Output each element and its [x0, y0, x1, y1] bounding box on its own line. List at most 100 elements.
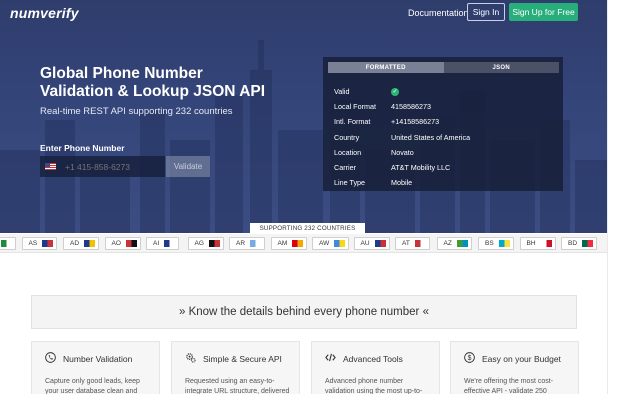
- country-flag-icon: [42, 240, 54, 247]
- details-banner: » Know the details behind every phone nu…: [31, 295, 577, 329]
- country-flag-icon: [84, 240, 96, 247]
- result-key: Carrier: [334, 163, 356, 173]
- country-flag-icon: [250, 240, 262, 247]
- result-row-line-type: Line Type Mobile: [334, 175, 470, 190]
- country-chip-au[interactable]: AU: [353, 237, 390, 250]
- country-chip-am[interactable]: AM: [270, 237, 308, 250]
- country-flag-icon: [540, 240, 552, 247]
- result-row-local-format: Local Format 4158586273: [334, 99, 470, 114]
- sign-in-button[interactable]: Sign In: [467, 3, 505, 21]
- gears-icon: [186, 353, 196, 363]
- code-icon: [325, 353, 336, 362]
- country-chip-at[interactable]: AT: [395, 237, 430, 250]
- feature-body: Capture only good leads, keep your user …: [45, 378, 140, 394]
- phone-input-wrapper[interactable]: [40, 156, 165, 177]
- phone-input-label: Enter Phone Number: [40, 143, 125, 153]
- result-value: United States of America: [391, 132, 471, 142]
- result-panel: FORMATTED JSON Valid ✓ Local Format 4158…: [323, 57, 563, 191]
- documentation-link[interactable]: Documentation: [408, 8, 469, 18]
- hero-section: numverify Documentation Sign In Sign Up …: [0, 0, 607, 233]
- result-rows: Valid ✓ Local Format 4158586273 Intl. Fo…: [334, 84, 470, 190]
- country-chip-ao[interactable]: AO: [104, 237, 141, 250]
- result-key: Valid: [334, 87, 350, 97]
- feature-title: Easy on your Budget: [482, 354, 561, 364]
- result-value: 4158586273: [391, 102, 431, 112]
- feature-title: Number Validation: [63, 354, 133, 364]
- phone-icon: [45, 352, 56, 363]
- country-flag-icon: [334, 240, 346, 247]
- feature-card-simple-secure-api: Simple & Secure API Requested using an e…: [171, 341, 300, 394]
- country-flag-icon: [208, 240, 220, 247]
- sign-up-button[interactable]: Sign Up for Free: [509, 3, 578, 21]
- result-row-country: Country United States of America: [334, 130, 470, 145]
- feature-body: We're offering the most cost-effective A…: [464, 378, 554, 394]
- country-flag-icon: [456, 240, 468, 247]
- country-chip-ai[interactable]: AI: [146, 237, 180, 250]
- country-code: AI: [153, 240, 160, 247]
- country-chip-ag[interactable]: AG: [187, 237, 224, 250]
- country-chip-bs[interactable]: BS: [478, 237, 514, 250]
- country-flag-icon: [374, 240, 386, 247]
- country-code: AR: [236, 240, 246, 247]
- tab-json[interactable]: JSON: [443, 62, 559, 73]
- result-key: Local Format: [334, 102, 376, 112]
- country-code: AZ: [443, 240, 452, 247]
- country-chip-az[interactable]: AZ: [436, 237, 472, 250]
- tab-formatted[interactable]: FORMATTED: [328, 62, 444, 73]
- result-value: +14158586273: [391, 117, 440, 127]
- country-flag-icon: [0, 240, 12, 247]
- result-row-carrier: Carrier AT&T Mobility LLC: [334, 160, 470, 175]
- feature-card-easy-on-budget: $ Easy on your Budget We're offering the…: [450, 341, 579, 394]
- country-flag-icon: [292, 240, 304, 247]
- supporting-countries-label: SUPPORTING 232 COUNTRIES: [250, 223, 365, 234]
- result-row-valid: Valid ✓: [334, 84, 470, 99]
- country-chip-aw[interactable]: AW: [312, 237, 350, 250]
- country-chip-dz[interactable]: DZ: [0, 237, 16, 250]
- logo[interactable]: numverify: [10, 5, 79, 21]
- country-code: AW: [319, 240, 330, 247]
- country-chip-as[interactable]: AS: [21, 237, 58, 250]
- checkmark-icon: ✓: [391, 87, 399, 96]
- country-code: AM: [277, 240, 288, 247]
- result-key: Intl. Format: [334, 117, 371, 127]
- country-code: AD: [70, 240, 80, 247]
- country-strip[interactable]: DZ AS AD AO AI AG AR AM AW AU AT AZ BS BH BD: [0, 234, 607, 253]
- country-chip-ar[interactable]: AR: [229, 237, 266, 250]
- feature-title: Advanced Tools: [343, 354, 403, 364]
- result-key: Location: [334, 147, 362, 157]
- country-code: AG: [194, 240, 204, 247]
- validate-button[interactable]: Validate: [166, 156, 210, 177]
- country-chip-bd[interactable]: BD: [561, 237, 598, 250]
- feature-title: Simple & Secure API: [203, 354, 282, 364]
- result-tabs: FORMATTED JSON: [328, 62, 559, 73]
- feature-body: Advanced phone number validation using t…: [325, 378, 423, 394]
- headline-line-2: Validation & Lookup JSON API: [40, 83, 266, 100]
- dollar-icon: $: [464, 352, 475, 363]
- country-flag-icon: [414, 240, 426, 247]
- country-code: BH: [526, 240, 536, 247]
- result-row-intl-format: Intl. Format +14158586273: [334, 114, 470, 129]
- country-code: BD: [568, 240, 578, 247]
- result-value: AT&T Mobility LLC: [391, 163, 451, 173]
- result-row-location: Location Novato: [334, 145, 470, 160]
- country-code: AS: [28, 240, 38, 247]
- country-flag-icon: [582, 240, 594, 247]
- country-chip-ad[interactable]: AD: [63, 237, 100, 250]
- country-flag-icon: [498, 240, 510, 247]
- feature-card-number-validation: Number Validation Capture only good lead…: [31, 341, 160, 394]
- feature-card-advanced-tools: Advanced Tools Advanced phone number val…: [311, 341, 440, 394]
- country-chip-bh[interactable]: BH: [519, 237, 556, 250]
- page-edge-divider: [607, 0, 608, 394]
- phone-number-input[interactable]: [65, 161, 155, 172]
- us-flag-icon[interactable]: [45, 163, 56, 170]
- result-value: Mobile: [391, 178, 413, 188]
- country-flag-icon: [164, 240, 176, 247]
- result-key: Country: [334, 132, 360, 142]
- hero-subheadline: Real-time REST API supporting 232 countr…: [40, 106, 233, 117]
- headline-line-1: Global Phone Number: [40, 65, 203, 82]
- hero-headline: Global Phone Number Validation & Lookup …: [40, 65, 270, 101]
- country-code: BS: [485, 240, 494, 247]
- result-key: Line Type: [334, 178, 366, 188]
- country-code: AT: [402, 240, 410, 247]
- feature-body: Requested using an easy-to-integrate URL…: [185, 378, 290, 394]
